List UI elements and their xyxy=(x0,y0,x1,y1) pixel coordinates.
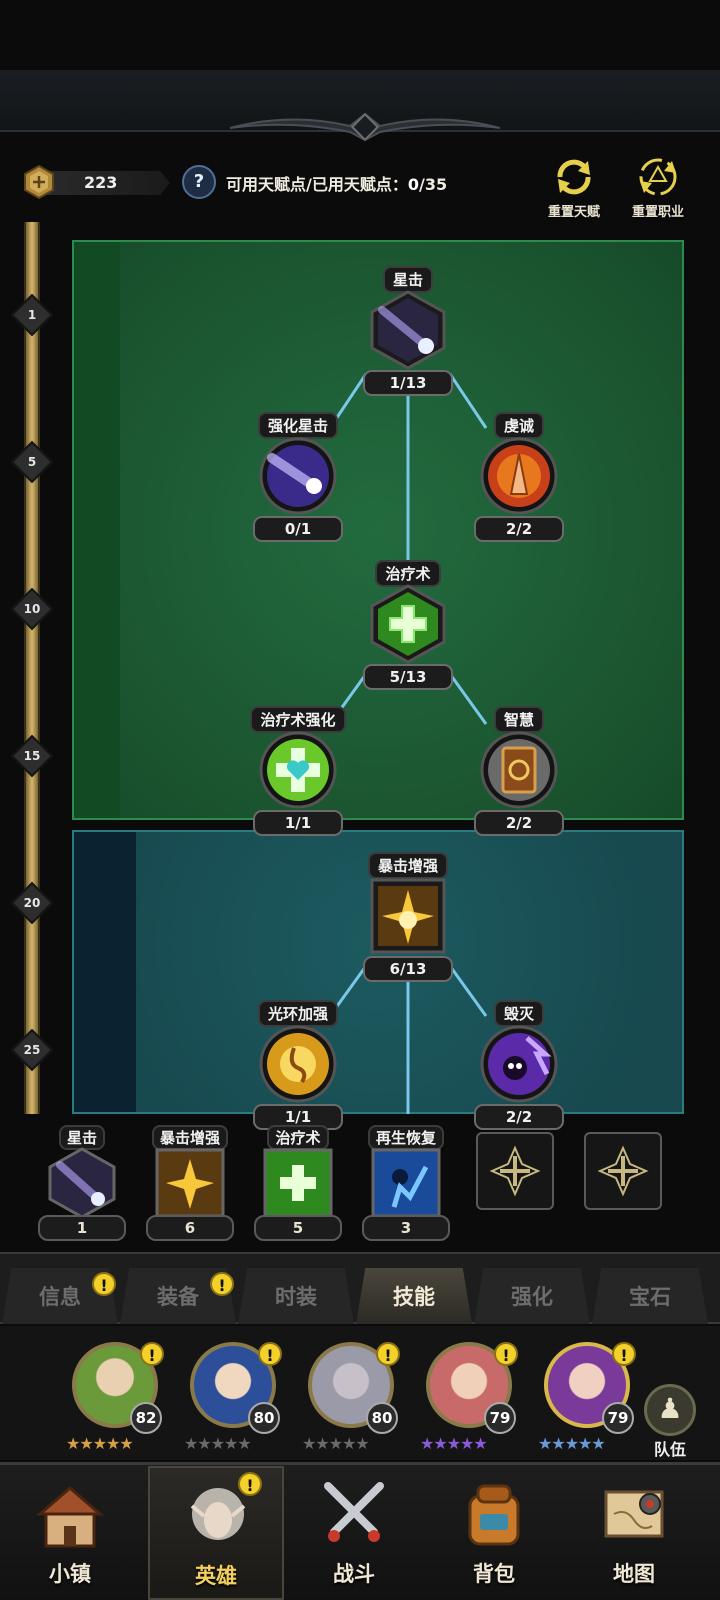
talent-label: 星击 xyxy=(382,266,433,293)
book-icon xyxy=(480,731,558,809)
hero-card[interactable]: 80 ★★★★★ ! xyxy=(298,1330,404,1454)
shooting-star-icon xyxy=(370,290,446,370)
hero-level: 79 xyxy=(602,1402,634,1434)
alert-badge: ! xyxy=(92,1272,116,1296)
talent-node-heal-enhance[interactable]: 治疗术强化 1/1 xyxy=(250,706,346,856)
talent-label: 暴击增强 xyxy=(367,852,448,879)
equipped-skill-slot[interactable]: 治疗术 5 xyxy=(254,1125,342,1241)
talent-count: 1/13 xyxy=(363,370,453,396)
hero-stars: ★★★★★ xyxy=(66,1434,134,1453)
burst-icon xyxy=(155,1148,225,1218)
nav-label: 小镇 xyxy=(49,1562,91,1586)
alert-badge: ! xyxy=(238,1472,262,1496)
backpack-icon xyxy=(468,1484,520,1546)
skill-count: 6 xyxy=(146,1215,234,1241)
equipped-skill-slot[interactable]: 再生恢复 3 xyxy=(362,1125,450,1241)
skill-count: 5 xyxy=(254,1215,342,1241)
tab-gems[interactable]: 宝石 xyxy=(592,1268,708,1324)
green-cross-icon xyxy=(370,584,446,664)
add-slot-icon xyxy=(597,1145,649,1197)
talent-count: 2/2 xyxy=(474,516,564,542)
hero-level: 79 xyxy=(484,1402,516,1434)
talent-label: 光环加强 xyxy=(257,1000,338,1027)
crossed-swords-icon xyxy=(324,1482,384,1542)
tab-enhance[interactable]: 强化 xyxy=(474,1268,590,1324)
talent-label: 毁灭 xyxy=(493,1000,544,1027)
alert-badge: ! xyxy=(210,1272,234,1296)
talent-node-wisdom[interactable]: 智慧 2/2 xyxy=(471,706,567,856)
talent-count: 2/2 xyxy=(474,810,564,836)
alert-badge: ! xyxy=(140,1342,164,1366)
nav-label: 背包 xyxy=(473,1562,515,1586)
skill-count: 3 xyxy=(362,1215,450,1241)
hero-card[interactable]: 82 ★★★★★ ! xyxy=(62,1330,168,1454)
alert-badge: ! xyxy=(258,1342,282,1366)
empty-skill-slot[interactable] xyxy=(584,1132,662,1210)
nav-backpack[interactable]: 背包 xyxy=(426,1466,562,1600)
hero-card[interactable]: 80 ★★★★★ ! xyxy=(180,1330,286,1454)
chess-pieces-icon: ♟ xyxy=(644,1384,696,1436)
hero-level: 80 xyxy=(366,1402,398,1434)
shooting-star-icon xyxy=(48,1147,116,1219)
talent-node-heal[interactable]: 治疗术 5/13 xyxy=(360,560,456,710)
talent-label: 虔诚 xyxy=(493,412,544,439)
nav-label: 英雄 xyxy=(195,1564,237,1588)
hero-card[interactable]: 79 ★★★★★ ! xyxy=(534,1330,640,1454)
nav-heroes[interactable]: ! 英雄 xyxy=(148,1466,284,1600)
team-label: 队伍 xyxy=(653,1440,686,1459)
equipped-skill-slot[interactable]: 暴击增强 6 xyxy=(146,1125,234,1241)
hero-level: 82 xyxy=(130,1402,162,1434)
nav-label: 地图 xyxy=(613,1562,655,1586)
hero-card[interactable]: 79 ★★★★★ ! xyxy=(416,1330,522,1454)
alert-badge: ! xyxy=(494,1342,518,1366)
equipped-skill-slot[interactable]: 星击 1 xyxy=(38,1125,126,1241)
talent-label: 治疗术 xyxy=(375,560,441,587)
tab-skills[interactable]: 技能 xyxy=(356,1268,472,1324)
tab-costume[interactable]: 时装 xyxy=(238,1268,354,1324)
talent-node-devotion[interactable]: 虔诚 2/2 xyxy=(471,412,567,562)
green-cross-icon xyxy=(263,1148,333,1218)
town-icon xyxy=(35,1486,105,1548)
burst-icon xyxy=(370,878,446,954)
hero-level: 80 xyxy=(248,1402,280,1434)
talent-count: 5/13 xyxy=(363,664,453,690)
hero-stars: ★★★★★ xyxy=(538,1434,606,1453)
talent-label: 治疗术强化 xyxy=(250,706,346,733)
nav-map[interactable]: 地图 xyxy=(566,1466,702,1600)
alert-badge: ! xyxy=(376,1342,400,1366)
talent-node-crit-boost[interactable]: 暴击增强 6/13 xyxy=(360,852,456,1002)
meteor-icon xyxy=(259,437,337,515)
talent-label: 智慧 xyxy=(493,706,544,733)
heart-cross-icon xyxy=(259,731,337,809)
add-slot-icon xyxy=(489,1145,541,1197)
talent-label: 强化星击 xyxy=(257,412,338,439)
talent-node-star-strike[interactable]: 星击 1/13 xyxy=(360,266,456,416)
hero-stars: ★★★★★ xyxy=(302,1434,370,1453)
hero-stars: ★★★★★ xyxy=(420,1434,488,1453)
alert-badge: ! xyxy=(612,1342,636,1366)
talent-count: 6/13 xyxy=(363,956,453,982)
skull-icon xyxy=(480,1025,558,1103)
praying-hands-icon xyxy=(480,437,558,515)
talent-node-enhanced-star-strike[interactable]: 强化星击 0/1 xyxy=(250,412,346,562)
regen-icon xyxy=(371,1148,441,1218)
nav-town[interactable]: 小镇 xyxy=(2,1466,138,1600)
aura-icon xyxy=(259,1025,337,1103)
team-button[interactable]: ♟ 队伍 xyxy=(640,1384,700,1459)
skill-count: 1 xyxy=(38,1215,126,1241)
map-scroll-icon xyxy=(604,1490,664,1538)
talent-node-destruction[interactable]: 毁灭 2/2 xyxy=(471,1000,567,1150)
nav-battle[interactable]: 战斗 xyxy=(286,1466,422,1600)
empty-skill-slot[interactable] xyxy=(476,1132,554,1210)
nav-label: 战斗 xyxy=(333,1562,375,1586)
talent-count: 1/1 xyxy=(253,810,343,836)
talent-count: 2/2 xyxy=(474,1104,564,1130)
hero-stars: ★★★★★ xyxy=(184,1434,252,1453)
talent-count: 0/1 xyxy=(253,516,343,542)
